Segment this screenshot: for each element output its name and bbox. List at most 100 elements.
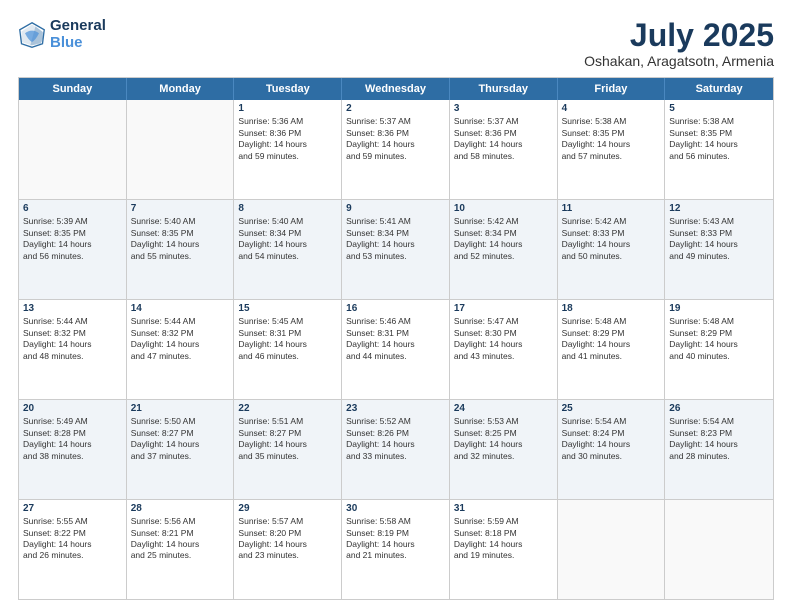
calendar-cell: 13Sunrise: 5:44 AMSunset: 8:32 PMDayligh…: [19, 300, 127, 399]
cell-info: and 47 minutes.: [131, 351, 230, 362]
cell-info: and 23 minutes.: [238, 550, 337, 561]
day-number: 26: [669, 403, 769, 414]
cell-info: Sunrise: 5:58 AM: [346, 516, 445, 527]
calendar-cell: 19Sunrise: 5:48 AMSunset: 8:29 PMDayligh…: [665, 300, 773, 399]
day-number: 17: [454, 303, 553, 314]
calendar-cell: 26Sunrise: 5:54 AMSunset: 8:23 PMDayligh…: [665, 400, 773, 499]
cell-info: Daylight: 14 hours: [669, 439, 769, 450]
day-number: 7: [131, 203, 230, 214]
logo-line2: Blue: [50, 35, 106, 52]
cell-info: Sunset: 8:27 PM: [131, 428, 230, 439]
weekday-header: Sunday: [19, 78, 127, 100]
day-number: 16: [346, 303, 445, 314]
cell-info: and 21 minutes.: [346, 550, 445, 561]
logo-text: General Blue: [50, 18, 106, 51]
cell-info: Sunset: 8:35 PM: [131, 228, 230, 239]
cell-info: Sunrise: 5:44 AM: [131, 316, 230, 327]
cell-info: Sunset: 8:30 PM: [454, 328, 553, 339]
calendar-cell: [19, 100, 127, 199]
calendar-cell: 29Sunrise: 5:57 AMSunset: 8:20 PMDayligh…: [234, 500, 342, 599]
day-number: 3: [454, 103, 553, 114]
cell-info: Daylight: 14 hours: [238, 439, 337, 450]
cell-info: Sunrise: 5:38 AM: [669, 116, 769, 127]
calendar-cell: 12 Sunrise: 5:43 AMSunset: 8:33 PMDayligh…: [665, 200, 773, 299]
cell-info: Sunrise: 5:40 AM: [238, 216, 337, 227]
calendar-cell: 27Sunrise: 5:55 AMSunset: 8:22 PMDayligh…: [19, 500, 127, 599]
day-number: 4: [562, 103, 661, 114]
calendar-row: 1Sunrise: 5:36 AMSunset: 8:36 PMDaylight…: [19, 100, 773, 199]
cell-info: Sunrise: 5:47 AM: [454, 316, 553, 327]
calendar-row: 20Sunrise: 5:49 AMSunset: 8:28 PMDayligh…: [19, 399, 773, 499]
cell-info: and 44 minutes.: [346, 351, 445, 362]
cell-info: Sunrise: 5:43 AM: [669, 216, 769, 227]
cell-info: Sunset: 8:34 PM: [238, 228, 337, 239]
cell-info: Sunset: 8:32 PM: [131, 328, 230, 339]
calendar-cell: [665, 500, 773, 599]
cell-info: Daylight: 14 hours: [238, 239, 337, 250]
day-number: 23: [346, 403, 445, 414]
cell-info: Daylight: 14 hours: [562, 339, 661, 350]
cell-info: Daylight: 14 hours: [454, 339, 553, 350]
cell-info: Daylight: 14 hours: [23, 339, 122, 350]
calendar-cell: [127, 100, 235, 199]
calendar-cell: 22Sunrise: 5:51 AMSunset: 8:27 PMDayligh…: [234, 400, 342, 499]
cell-info: Sunset: 8:27 PM: [238, 428, 337, 439]
calendar-cell: 2Sunrise: 5:37 AMSunset: 8:36 PMDaylight…: [342, 100, 450, 199]
calendar-cell: 5Sunrise: 5:38 AMSunset: 8:35 PMDaylight…: [665, 100, 773, 199]
weekday-header: Wednesday: [342, 78, 450, 100]
page-subtitle: Oshakan, Aragatsotn, Armenia: [584, 53, 774, 69]
cell-info: Sunset: 8:36 PM: [238, 128, 337, 139]
cell-info: and 54 minutes.: [238, 251, 337, 262]
calendar-cell: 21Sunrise: 5:50 AMSunset: 8:27 PMDayligh…: [127, 400, 235, 499]
cell-info: Daylight: 14 hours: [131, 439, 230, 450]
cell-info: Sunset: 8:33 PM: [669, 228, 769, 239]
cell-info: Daylight: 14 hours: [346, 539, 445, 550]
cell-info: Daylight: 14 hours: [669, 239, 769, 250]
day-number: 30: [346, 503, 445, 514]
cell-info: Sunrise: 5:40 AM: [131, 216, 230, 227]
cell-info: and 56 minutes.: [669, 151, 769, 162]
cell-info: Sunrise: 5:48 AM: [669, 316, 769, 327]
cell-info: Sunset: 8:28 PM: [23, 428, 122, 439]
calendar-cell: 17 Sunrise: 5:47 AMSunset: 8:30 PMDayligh…: [450, 300, 558, 399]
cell-info: Daylight: 14 hours: [23, 239, 122, 250]
cell-info: Sunrise: 5:44 AM: [23, 316, 122, 327]
calendar: SundayMondayTuesdayWednesdayThursdayFrid…: [18, 77, 774, 600]
calendar-cell: 30 Sunrise: 5:58 AMSunset: 8:19 PMDayligh…: [342, 500, 450, 599]
day-number: 1: [238, 103, 337, 114]
cell-info: and 41 minutes.: [562, 351, 661, 362]
cell-info: and 58 minutes.: [454, 151, 553, 162]
cell-info: Sunset: 8:33 PM: [562, 228, 661, 239]
day-number: 19: [669, 303, 769, 314]
calendar-cell: 11Sunrise: 5:42 AMSunset: 8:33 PMDayligh…: [558, 200, 666, 299]
cell-info: Sunrise: 5:45 AM: [238, 316, 337, 327]
cell-info: and 30 minutes.: [562, 451, 661, 462]
calendar-cell: 23Sunrise: 5:52 AMSunset: 8:26 PMDayligh…: [342, 400, 450, 499]
day-number: 22: [238, 403, 337, 414]
cell-info: Daylight: 14 hours: [238, 539, 337, 550]
day-number: 18: [562, 303, 661, 314]
calendar-cell: 31Sunrise: 5:59 AMSunset: 8:18 PMDayligh…: [450, 500, 558, 599]
cell-info: and 46 minutes.: [238, 351, 337, 362]
cell-info: Sunset: 8:29 PM: [562, 328, 661, 339]
calendar-cell: 16Sunrise: 5:46 AMSunset: 8:31 PMDayligh…: [342, 300, 450, 399]
calendar-row: 27Sunrise: 5:55 AMSunset: 8:22 PMDayligh…: [19, 499, 773, 599]
cell-info: Sunset: 8:35 PM: [562, 128, 661, 139]
cell-info: Sunrise: 5:57 AM: [238, 516, 337, 527]
day-number: 24: [454, 403, 553, 414]
day-number: 12: [669, 203, 769, 214]
calendar-row: 13Sunrise: 5:44 AMSunset: 8:32 PMDayligh…: [19, 299, 773, 399]
cell-info: Daylight: 14 hours: [238, 339, 337, 350]
cell-info: Sunset: 8:19 PM: [346, 528, 445, 539]
day-number: 6: [23, 203, 122, 214]
cell-info: Sunrise: 5:37 AM: [346, 116, 445, 127]
cell-info: Sunrise: 5:49 AM: [23, 416, 122, 427]
cell-info: Sunset: 8:20 PM: [238, 528, 337, 539]
cell-info: Daylight: 14 hours: [454, 239, 553, 250]
logo: General Blue: [18, 18, 106, 51]
cell-info: Daylight: 14 hours: [454, 439, 553, 450]
cell-info: Daylight: 14 hours: [346, 439, 445, 450]
cell-info: Daylight: 14 hours: [346, 339, 445, 350]
day-number: 21: [131, 403, 230, 414]
cell-info: Daylight: 14 hours: [562, 139, 661, 150]
